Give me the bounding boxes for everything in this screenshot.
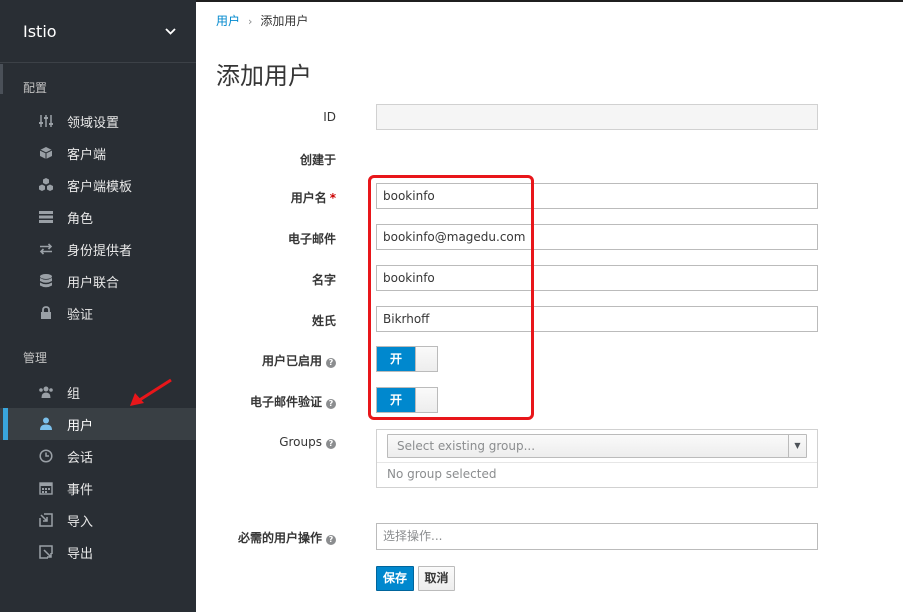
groups-label: Groups? [206,435,336,449]
config-nav: 领域设置 客户端 客户端模板 角色 身份提供者 用户联合 验证 [0,105,196,329]
breadcrumb-users-link[interactable]: 用户 [216,14,240,28]
first-name-label: 名字 [311,273,336,287]
user-enabled-label: 用户已启用? [206,352,336,369]
sidebar-item-export[interactable]: 导出 [0,536,196,568]
cubes-icon [38,177,54,193]
sidebar-item-realm-settings[interactable]: 领域设置 [0,105,196,137]
database-icon [38,273,54,289]
users-icon [38,384,54,400]
section-manage-heading: 管理 [23,351,48,365]
id-label: ID [323,110,336,124]
sidebar-item-label: 组 [67,386,81,402]
page-title: 添加用户 [216,62,312,90]
calendar-icon [38,480,54,496]
username-label: 用户名 * [206,189,336,206]
groups-label-text: Groups [279,435,322,449]
help-icon[interactable]: ? [326,439,336,449]
sidebar-item-import[interactable]: 导入 [0,504,196,536]
sliders-icon [38,113,54,129]
help-icon[interactable]: ? [326,399,336,409]
sidebar-item-label: 用户 [67,418,94,434]
sidebar-item-authentication[interactable]: 验证 [0,297,196,329]
sidebar-item-label: 身份提供者 [67,243,133,259]
realm-name: Istio [23,21,57,41]
sidebar-item-label: 用户联合 [67,275,120,291]
required-actions-select[interactable]: 选择操作... [376,523,818,550]
sidebar-item-client-templates[interactable]: 客户端模板 [0,169,196,201]
sidebar-item-roles[interactable]: 角色 [0,201,196,233]
exchange-icon [38,241,54,257]
sidebar-item-clients[interactable]: 客户端 [0,137,196,169]
sidebar-item-label: 导出 [67,546,94,562]
sidebar-item-identity-providers[interactable]: 身份提供者 [0,233,196,265]
groups-divider [377,462,817,463]
cancel-button[interactable]: 取消 [418,566,455,591]
user-enabled-label-text: 用户已启用 [261,354,322,368]
top-edge-line [196,0,903,2]
caret-down-icon: ▼ [788,435,806,457]
groups-select[interactable]: Select existing group... ▼ [387,434,807,458]
required-actions-label-text: 必需的用户操作 [237,531,322,545]
sidebar-item-label: 验证 [67,307,94,323]
groups-empty-text: No group selected [387,467,497,481]
import-icon [38,512,54,528]
export-icon [38,544,54,560]
groups-box: Select existing group... ▼ No group sele… [376,429,818,488]
id-field [376,104,818,130]
email-verified-label-text: 电子邮件验证 [249,395,322,409]
realm-selector[interactable]: Istio [0,0,196,63]
sidebar-item-label: 客户端模板 [67,179,133,195]
required-marker: * [329,191,336,205]
sidebar-item-label: 领域设置 [67,115,120,131]
breadcrumb-current: 添加用户 [260,14,309,28]
help-icon[interactable]: ? [326,535,336,545]
chevron-down-icon [165,25,176,38]
annotation-highlight-box [368,175,534,420]
last-name-label: 姓氏 [311,314,336,328]
clock-icon [38,448,54,464]
username-label-text: 用户名 [290,191,327,205]
email-verified-label: 电子邮件验证? [206,393,336,410]
sidebar-item-users[interactable]: 用户 [0,408,196,440]
sidebar-item-events[interactable]: 事件 [0,472,196,504]
sidebar-item-sessions[interactable]: 会话 [0,440,196,472]
cube-icon [38,145,54,161]
annotation-arrow-icon [130,378,172,406]
sidebar-item-label: 角色 [67,211,94,227]
user-icon [38,416,54,432]
save-button[interactable]: 保存 [376,566,414,591]
breadcrumb: 用户 › 添加用户 [216,12,308,29]
section-config-heading: 配置 [23,81,48,95]
help-icon[interactable]: ? [326,358,336,368]
sidebar-item-user-federation[interactable]: 用户联合 [0,265,196,297]
lock-icon [38,305,54,321]
sidebar: Istio 配置 领域设置 客户端 客户端模板 角色 身份提供者 用户联合 验证… [0,0,196,612]
required-actions-label: 必需的用户操作? [206,529,336,546]
sidebar-item-label: 会话 [67,450,94,466]
created-label: 创建于 [299,153,336,167]
sidebar-item-label: 客户端 [67,147,107,163]
sidebar-item-label: 事件 [67,482,94,498]
email-label: 电子邮件 [287,232,336,246]
sidebar-item-label: 导入 [67,514,94,530]
list-icon [38,209,54,225]
groups-select-placeholder: Select existing group... [397,439,536,453]
breadcrumb-chevron-icon: › [248,15,253,28]
